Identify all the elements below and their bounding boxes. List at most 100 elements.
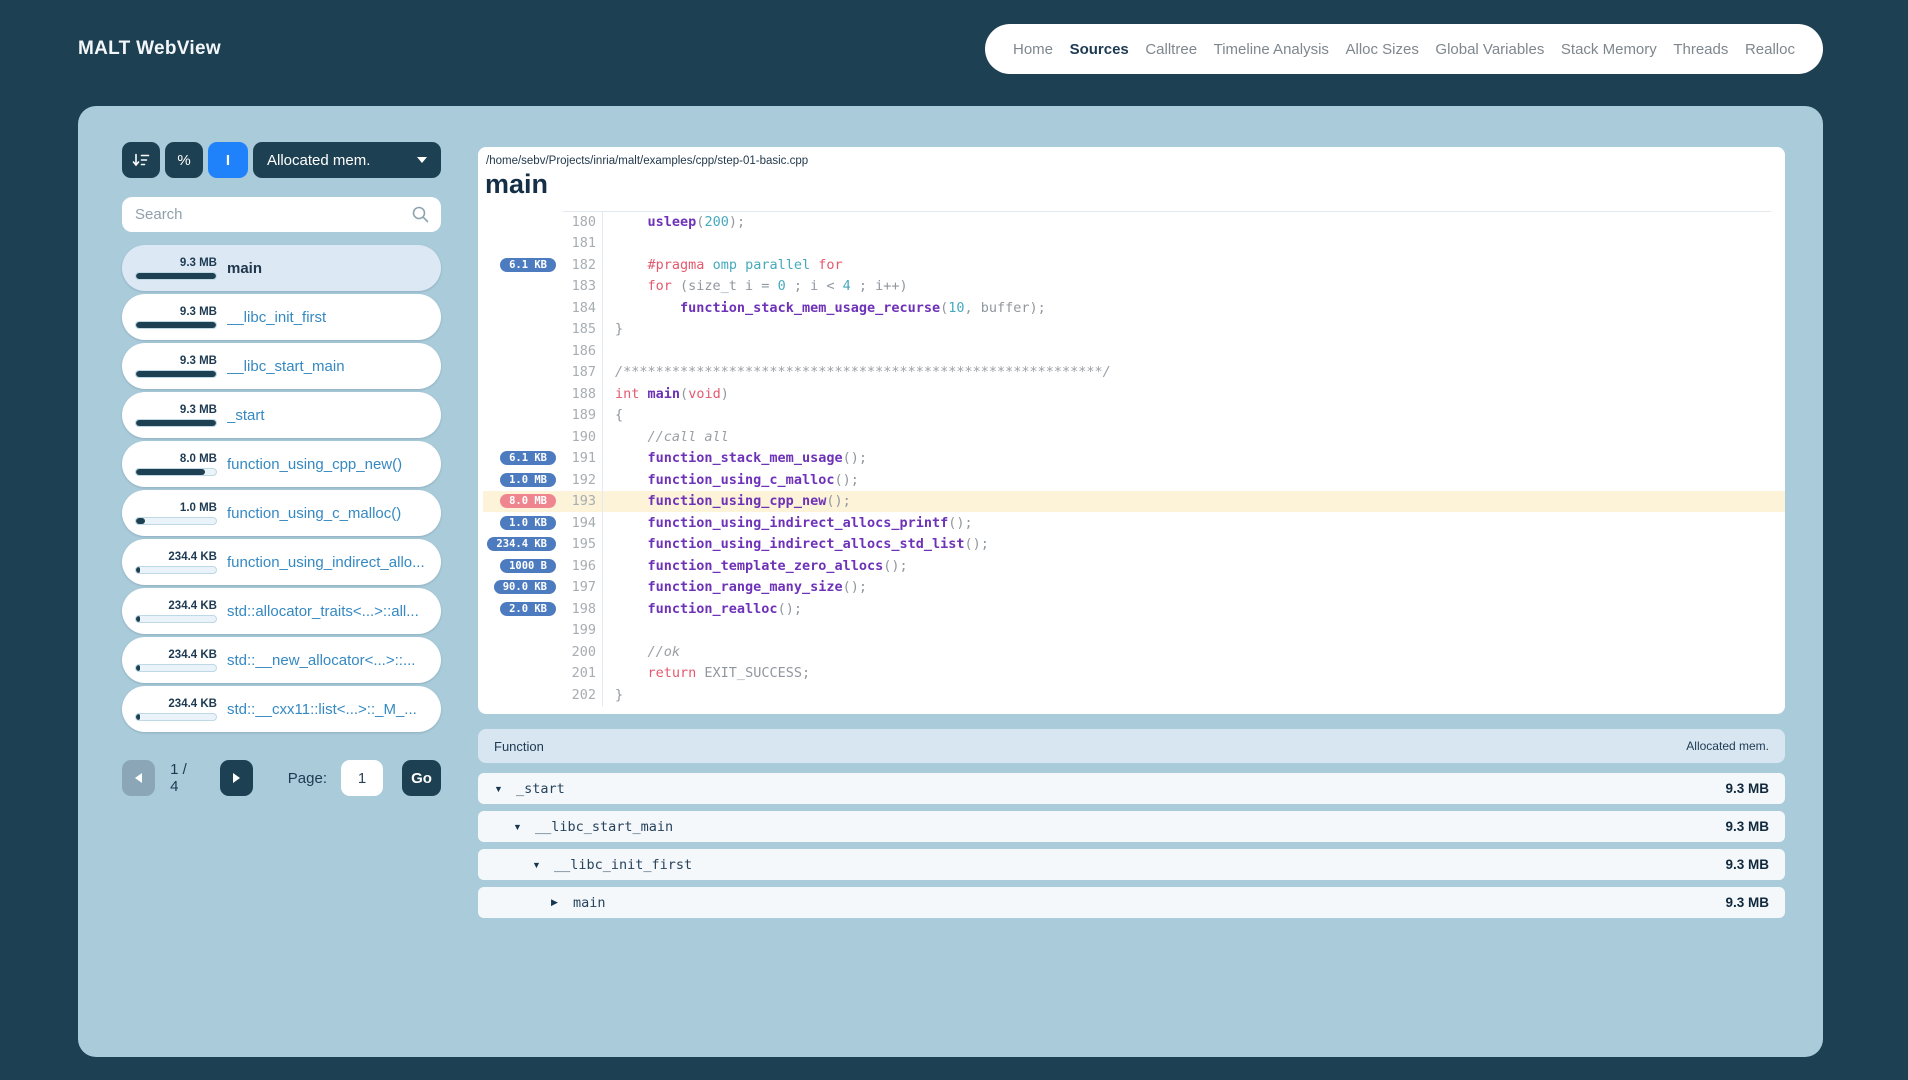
function-list-item[interactable]: 9.3 MB __libc_start_main — [122, 343, 441, 389]
calltree-row[interactable]: ▶main9.3 MB — [478, 887, 1785, 918]
code-line-text: { — [602, 405, 1785, 427]
function-name-link[interactable]: function_using_c_malloc() — [227, 505, 401, 522]
nav-item-global-variables[interactable]: Global Variables — [1435, 41, 1544, 58]
code-line-text: } — [602, 684, 1785, 706]
next-page-button[interactable] — [220, 760, 253, 796]
nav-item-alloc-sizes[interactable]: Alloc Sizes — [1345, 41, 1418, 58]
code-token: 10 — [948, 300, 964, 316]
function-list-item[interactable]: 234.4 KB function_using_indirect_allo... — [122, 539, 441, 585]
function-memory-bar — [135, 517, 217, 525]
go-button[interactable]: Go — [402, 760, 441, 796]
inclusive-toggle-button[interactable]: I — [208, 142, 248, 178]
function-size-label: 9.3 MB — [180, 257, 217, 269]
code-token: function_using_indirect_allocs_printf — [648, 515, 949, 531]
function-list-item[interactable]: 9.3 MB main — [122, 245, 441, 291]
code-token: (); — [948, 515, 972, 531]
calltree-allocated-value: 9.3 MB — [1725, 895, 1769, 910]
function-memory-meter: 9.3 MB — [135, 355, 217, 378]
function-name-link[interactable]: std::__new_allocator<...>::... — [227, 652, 415, 669]
line-number: 191 — [560, 450, 596, 466]
function-name-link[interactable]: std::__cxx11::list<...>::_M_... — [227, 701, 417, 718]
function-name-link[interactable]: function_using_indirect_allo... — [227, 554, 425, 571]
code-line: 1.0 KB194 function_using_indirect_allocs… — [483, 512, 1785, 534]
function-list-item[interactable]: 8.0 MB function_using_cpp_new() — [122, 441, 441, 487]
code-line-badge-cell: 90.0 KB — [483, 580, 560, 594]
function-list-item[interactable]: 9.3 MB __libc_init_first — [122, 294, 441, 340]
alloc-size-badge: 1000 B — [500, 559, 556, 573]
code-token: ; i++) — [851, 278, 908, 294]
function-name-link[interactable]: _start — [227, 407, 265, 424]
sort-button[interactable] — [122, 142, 160, 178]
code-line-text: int main(void) — [602, 383, 1785, 405]
code-token: function_using_c_malloc — [648, 472, 835, 488]
function-name-link[interactable]: main — [227, 260, 262, 277]
function-size-label: 9.3 MB — [180, 306, 217, 318]
code-token: 4 — [843, 278, 851, 294]
function-memory-meter: 8.0 MB — [135, 453, 217, 476]
function-memory-bar — [135, 370, 217, 378]
nav-item-home[interactable]: Home — [1013, 41, 1053, 58]
calltree-rows: ▼_start9.3 MB ▼__libc_start_main9.3 MB ▼__… — [478, 773, 1785, 918]
calltree-header: Function Allocated mem. — [478, 729, 1785, 763]
code-token: (); — [834, 472, 858, 488]
code-token: for — [818, 257, 842, 273]
metric-dropdown-label: Allocated mem. — [267, 152, 370, 169]
calltree-row[interactable]: ▼__libc_start_main9.3 MB — [478, 811, 1785, 842]
nav-item-sources[interactable]: Sources — [1070, 41, 1129, 58]
function-memory-bar — [135, 468, 217, 476]
nav-item-realloc[interactable]: Realloc — [1745, 41, 1795, 58]
prev-page-button[interactable] — [122, 760, 155, 796]
code-token: ( — [696, 214, 704, 230]
code-token: EXIT_SUCCESS; — [696, 665, 810, 681]
code-token: ; i < — [786, 278, 843, 294]
code-line-text: function_using_indirect_allocs_printf(); — [602, 512, 1785, 534]
search-input[interactable] — [122, 197, 441, 232]
function-memory-bar-fill — [136, 420, 216, 426]
code-line-text: function_using_c_malloc(); — [602, 469, 1785, 491]
metric-dropdown[interactable]: Allocated mem. — [253, 142, 441, 178]
code-token: 0 — [778, 278, 786, 294]
collapse-icon[interactable]: ▼ — [513, 822, 527, 832]
nav-item-stack-memory[interactable]: Stack Memory — [1561, 41, 1657, 58]
code-token: for — [648, 278, 672, 294]
code-line: 8.0 MB193 function_using_cpp_new(); — [483, 491, 1785, 513]
collapse-icon[interactable]: ▼ — [494, 784, 508, 794]
function-memory-bar — [135, 272, 217, 280]
page-number-input[interactable] — [341, 760, 383, 796]
function-memory-meter: 234.4 KB — [135, 551, 217, 574]
function-name-link[interactable]: __libc_start_main — [227, 358, 345, 375]
calltree-allocated-value: 9.3 MB — [1725, 781, 1769, 796]
function-list-item[interactable]: 234.4 KB std::allocator_traits<...>::all.… — [122, 588, 441, 634]
function-memory-meter: 234.4 KB — [135, 600, 217, 623]
alloc-size-badge: 6.1 KB — [500, 258, 556, 272]
page-position: 1 / 4 — [170, 761, 198, 795]
collapse-icon[interactable]: ▼ — [532, 860, 546, 870]
nav-item-timeline-analysis[interactable]: Timeline Analysis — [1214, 41, 1329, 58]
code-line: 190 //call all — [483, 426, 1785, 448]
alloc-size-badge: 234.4 KB — [487, 537, 556, 551]
function-name-link[interactable]: std::allocator_traits<...>::all... — [227, 603, 419, 620]
function-name-link[interactable]: function_using_cpp_new() — [227, 456, 402, 473]
function-list-item[interactable]: 1.0 MBfunction_using_c_malloc() — [122, 490, 441, 536]
code-token: ); — [729, 214, 745, 230]
code-line: 187/************************************… — [483, 362, 1785, 384]
function-list-item[interactable]: 234.4 KBstd::__new_allocator<...>::... — [122, 637, 441, 683]
code-token: int — [615, 386, 639, 402]
expand-icon[interactable]: ▶ — [551, 897, 565, 908]
alloc-size-badge: 90.0 KB — [494, 580, 556, 594]
function-list-item[interactable]: 234.4 KBstd::__cxx11::list<...>::_M_... — [122, 686, 441, 732]
function-memory-bar — [135, 713, 217, 721]
code-line-text: function_range_many_size(); — [602, 577, 1785, 599]
code-token — [615, 558, 648, 574]
calltree-row[interactable]: ▼__libc_init_first9.3 MB — [478, 849, 1785, 880]
function-name-link[interactable]: __libc_init_first — [227, 309, 326, 326]
function-list-item[interactable]: 9.3 MB_start — [122, 392, 441, 438]
nav-item-calltree[interactable]: Calltree — [1145, 41, 1197, 58]
code-line-text — [602, 620, 1785, 642]
code-line-text: return EXIT_SUCCESS; — [602, 663, 1785, 685]
code-line: 189{ — [483, 405, 1785, 427]
calltree-row[interactable]: ▼_start9.3 MB — [478, 773, 1785, 804]
percent-toggle-button[interactable]: % — [165, 142, 203, 178]
pagination: 1 / 4 Page: Go — [122, 760, 441, 796]
nav-item-threads[interactable]: Threads — [1673, 41, 1728, 58]
